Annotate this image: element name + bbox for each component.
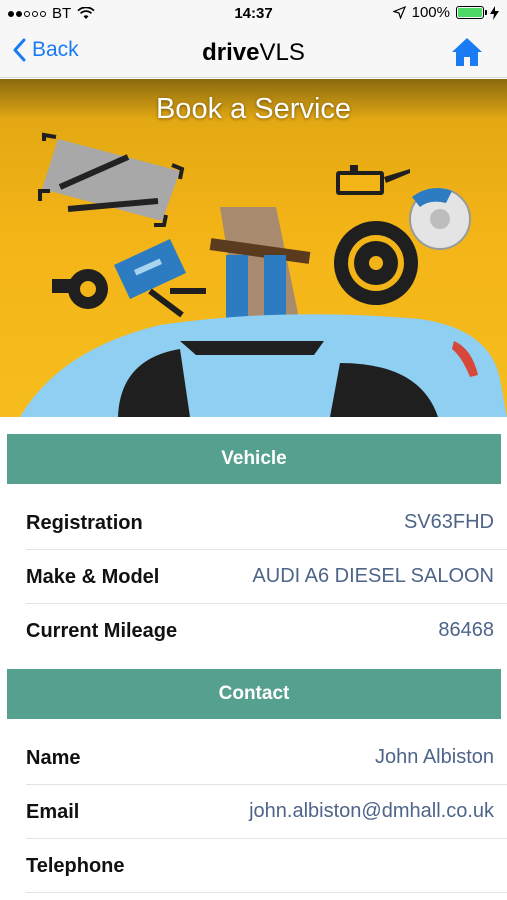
registration-row[interactable]: Registration SV63FHD — [26, 496, 507, 550]
telephone-row[interactable]: Telephone — [26, 839, 507, 893]
status-bar: BT 14:37 100% — [0, 0, 507, 28]
current-mileage-label: Current Mileage — [26, 620, 178, 642]
name-label: Name — [26, 747, 81, 769]
brake-disc-illustration — [409, 188, 471, 250]
name-value: John Albiston — [375, 746, 494, 768]
battery-percent: 100% — [411, 4, 450, 21]
app-title-regular: VLS — [259, 39, 305, 66]
turbo-illustration — [52, 269, 108, 309]
tools-illustration — [148, 288, 206, 318]
email-label: Email — [26, 801, 80, 823]
make-model-label: Make & Model — [26, 566, 160, 588]
parts-box-illustration — [209, 207, 311, 331]
car-illustration — [20, 314, 507, 417]
registration-value: SV63FHD — [403, 511, 494, 533]
email-row[interactable]: Email john.albiston@dmhall.co.uk — [26, 785, 507, 839]
charging-bolt-icon — [490, 5, 499, 20]
telephone-label: Telephone — [26, 855, 125, 877]
shock-absorber-illustration — [38, 132, 185, 227]
status-right: 100% — [392, 4, 499, 21]
location-arrow-icon — [392, 6, 406, 19]
tyre-illustration — [334, 221, 418, 305]
home-button[interactable] — [451, 37, 483, 72]
current-mileage-value: 86468 — [438, 619, 494, 641]
contact-section-header: Contact — [7, 669, 501, 719]
battery-icon — [456, 6, 487, 19]
registration-label: Registration — [26, 512, 143, 534]
service-banner: Book a Service — [0, 79, 507, 417]
oil-can-illustration — [336, 165, 410, 195]
navigation-bar: Back driveVLS — [0, 28, 507, 78]
make-model-value: AUDI A6 DIESEL SALOON — [252, 565, 494, 587]
vehicle-section-header: Vehicle — [7, 434, 501, 484]
banner-title: Book a Service — [155, 93, 352, 125]
banner-illustration — [20, 132, 507, 417]
name-row[interactable]: Name John Albiston — [26, 731, 507, 785]
app-title: driveVLS — [0, 39, 507, 67]
email-value: john.albiston@dmhall.co.uk — [249, 800, 494, 822]
app-title-bold: drive — [202, 39, 260, 66]
home-icon — [452, 38, 482, 66]
make-model-row[interactable]: Make & Model AUDI A6 DIESEL SALOON — [26, 550, 507, 604]
current-mileage-row[interactable]: Current Mileage 86468 — [26, 604, 507, 658]
